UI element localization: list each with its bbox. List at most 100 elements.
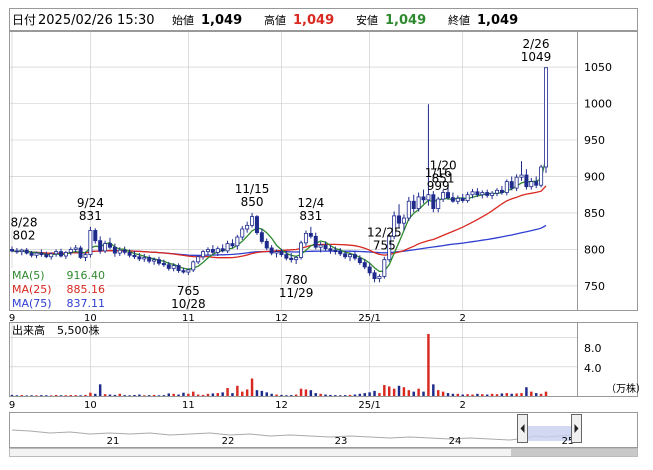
volume-bar xyxy=(45,395,48,396)
annotation-value: 755 xyxy=(373,239,396,253)
candle-body xyxy=(485,192,490,196)
candle-body xyxy=(259,232,264,242)
candle-body xyxy=(323,244,328,250)
candle-body xyxy=(117,249,122,254)
candle-body xyxy=(68,249,73,253)
candle-body xyxy=(161,262,166,266)
candle-body xyxy=(103,243,108,252)
annotation-date: 11/15 xyxy=(235,182,270,196)
navigator-year-label: 23 xyxy=(335,436,348,447)
candle-body xyxy=(201,251,206,258)
y-tick-label: 800 xyxy=(584,243,605,256)
candle-body xyxy=(509,181,514,189)
candle-body xyxy=(152,259,157,262)
y-tick-label: 1000 xyxy=(584,98,612,111)
annotation-date: 10/28 xyxy=(171,297,206,311)
ma25-legend-value: 885.16 xyxy=(67,283,106,296)
volume-bar xyxy=(40,395,43,396)
candle-body xyxy=(19,249,24,253)
volume-bar xyxy=(59,395,63,396)
volume-bar xyxy=(466,394,469,396)
volume-bar xyxy=(255,390,259,396)
volume-bar xyxy=(245,389,249,396)
volume-bar xyxy=(216,393,219,396)
volume-bar xyxy=(417,388,420,396)
annotation-value: 831 xyxy=(299,209,322,223)
volume-bar xyxy=(89,392,92,396)
candle-body xyxy=(122,249,127,253)
volume-bar xyxy=(451,393,455,396)
candle-body xyxy=(436,198,441,209)
candle-body xyxy=(245,224,250,230)
volume-unit: （万株） xyxy=(606,382,646,395)
candle-body xyxy=(58,251,63,257)
close-value: 1,049 xyxy=(477,13,518,28)
navigator-left-handle[interactable] xyxy=(517,414,528,443)
volume-bar xyxy=(196,394,200,396)
x-tick-label: 11 xyxy=(182,400,195,411)
volume-bar xyxy=(128,395,131,396)
candle-body xyxy=(49,253,54,258)
annotation-value: 780 xyxy=(285,273,308,287)
volume-bar xyxy=(79,395,82,396)
volume-bar xyxy=(231,393,234,396)
volume-bar xyxy=(324,394,327,396)
candle-body xyxy=(205,249,210,253)
volume-bar xyxy=(192,391,195,396)
volume-bar xyxy=(481,394,484,396)
volume-bar xyxy=(500,393,504,396)
volume-bar xyxy=(495,394,499,396)
candle-body xyxy=(230,243,235,247)
candle-body xyxy=(147,257,152,262)
volume-bar xyxy=(505,393,509,396)
volume-label: 出来高 xyxy=(12,323,45,337)
x-tick-label: 2 xyxy=(460,400,466,411)
scrollbar-thumb[interactable] xyxy=(511,449,637,456)
volume-bar xyxy=(348,394,352,396)
open-value: 1,049 xyxy=(201,13,242,28)
annotation-date: 8/28 xyxy=(11,216,38,230)
navigator-year-label: 21 xyxy=(107,436,120,447)
candle-body xyxy=(142,257,147,260)
candle-body xyxy=(279,251,284,255)
annotation-value: 1049 xyxy=(521,50,552,64)
navigator-right-handle[interactable] xyxy=(571,414,582,443)
ma5-legend-label: MA(5) xyxy=(12,269,45,282)
ma5-legend-value: 916.40 xyxy=(67,269,106,282)
volume-bar xyxy=(456,393,460,396)
candle-body xyxy=(34,252,39,256)
candle-body xyxy=(240,228,245,238)
volume-bar xyxy=(343,395,347,396)
candle-body xyxy=(431,194,436,209)
y-tick-label: 1050 xyxy=(584,61,612,74)
volume-bar xyxy=(270,393,273,396)
candle-body xyxy=(529,181,534,188)
candle-body xyxy=(524,174,529,188)
datetime-value: 2025/02/26 15:30 xyxy=(38,13,155,28)
volume-bar xyxy=(15,395,19,396)
candle-body xyxy=(274,251,279,254)
volume-bar xyxy=(108,394,112,396)
ma75-legend-label: MA(75) xyxy=(12,297,52,310)
volume-bar xyxy=(94,393,97,396)
annotation-value: 851 xyxy=(432,172,455,186)
candle-body xyxy=(544,67,548,168)
volume-bar xyxy=(226,387,229,396)
high-label: 高値 xyxy=(264,13,286,27)
volume-bar xyxy=(490,393,494,396)
volume-bar xyxy=(113,394,117,396)
candle-body xyxy=(215,248,220,253)
y-tick-label: 900 xyxy=(584,170,605,183)
candle-body xyxy=(362,262,367,268)
volume-bar xyxy=(162,395,166,396)
candle-body xyxy=(455,197,460,202)
x-tick-label: 25/1 xyxy=(358,400,380,411)
candle-body xyxy=(254,216,259,234)
navigator-year-label: 22 xyxy=(222,436,235,447)
volume-bar xyxy=(363,393,366,396)
x-tick-label: 9 xyxy=(9,400,15,411)
volume-bar xyxy=(221,392,224,396)
volume-bar xyxy=(98,384,102,396)
annotation-value: 831 xyxy=(79,209,102,223)
candle-body xyxy=(10,249,14,252)
